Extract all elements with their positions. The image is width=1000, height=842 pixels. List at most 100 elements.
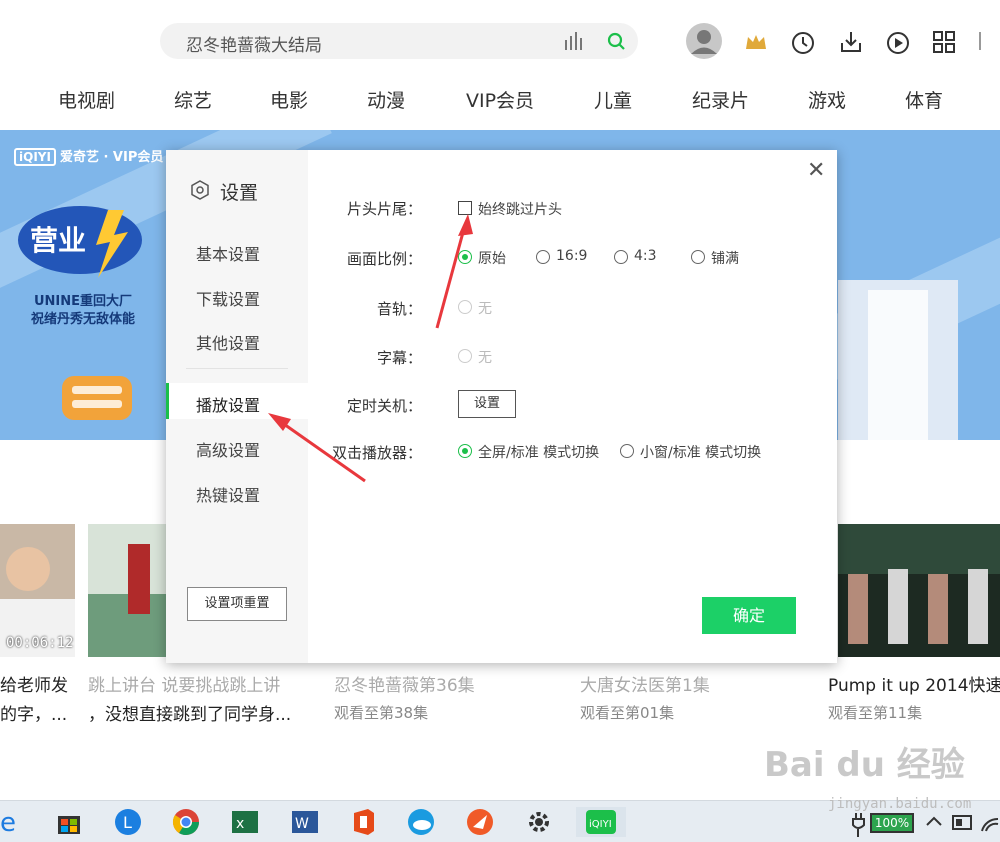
nav-item-variety[interactable]: 综艺: [174, 86, 212, 113]
ratio-fill-option[interactable]: 铺满: [711, 248, 739, 268]
ratio-fill-radio[interactable]: [691, 250, 705, 264]
ratio-4-3-radio[interactable]: [614, 250, 628, 264]
svg-text:营业: 营业: [30, 224, 86, 257]
subtitle-none-radio: [458, 349, 472, 363]
member-badge-graphic: [62, 376, 132, 420]
l-app-icon[interactable]: L: [113, 807, 143, 837]
nav-item-movie[interactable]: 电影: [270, 86, 308, 113]
cloud-app-icon[interactable]: [406, 807, 436, 837]
card-subtitle: 的字，...: [0, 705, 68, 725]
settings-sidebar: 设置 基本设置 下载设置 其他设置 播放设置 高级设置 热键设置 设置项重置: [166, 150, 308, 663]
store-icon[interactable]: [54, 807, 84, 837]
card-subtitle: ，没想直接跳到了同学身...: [88, 705, 292, 725]
iqiyi-logo: iQIYI: [14, 148, 56, 166]
banner-promo-line1: UNINE重回大厂: [33, 294, 133, 309]
dblclick-fullscreen-radio[interactable]: [458, 444, 472, 458]
sleep-timer-button[interactable]: 设置: [458, 390, 516, 418]
play-icon[interactable]: [885, 30, 911, 60]
sidebar-item-basic[interactable]: 基本设置: [196, 241, 260, 265]
skip-intro-checkbox[interactable]: [458, 201, 472, 215]
sidebar-item-download[interactable]: 下载设置: [196, 286, 260, 310]
dblclick-mini-option[interactable]: 小窗/标准 模式切换: [640, 442, 761, 462]
settings-gear-icon[interactable]: [524, 807, 554, 837]
word-icon[interactable]: W: [290, 807, 320, 837]
intro-outro-label: 片头片尾：: [346, 200, 422, 218]
sidebar-item-playback[interactable]: 播放设置: [196, 392, 260, 416]
chrome-icon[interactable]: [171, 807, 201, 837]
ratio-original-option[interactable]: 原始: [478, 248, 506, 268]
excel-icon[interactable]: x: [230, 807, 260, 837]
avatar[interactable]: [686, 23, 722, 63]
ratio-original-radio[interactable]: [458, 250, 472, 264]
top-bar: 忍冬艳蔷薇大结局 电视剧 综艺 电影 动漫 VIP会员 儿童 纪录片 游戏 体育: [0, 0, 1000, 130]
confirm-button[interactable]: 确定: [702, 597, 796, 634]
skip-intro-option[interactable]: 始终跳过片头: [478, 199, 562, 219]
card-title[interactable]: 忍冬艳蔷薇第36集: [334, 671, 475, 696]
divider-icon: [978, 32, 982, 54]
dblclick-fullscreen-option[interactable]: 全屏/标准 模式切换: [478, 442, 599, 462]
ratio-4-3-option[interactable]: 4:3: [634, 248, 657, 264]
nav-item-anime[interactable]: 动漫: [367, 86, 405, 113]
nav-item-tv[interactable]: 电视剧: [58, 86, 115, 113]
audio-track-label: 音轨：: [376, 300, 422, 318]
reset-settings-button[interactable]: 设置项重置: [187, 587, 287, 621]
video-thumbnail[interactable]: [88, 524, 168, 657]
baidu-watermark-url: jingyan.baidu.com: [828, 796, 972, 812]
card-title[interactable]: 给老师发: [0, 671, 68, 696]
settings-dialog: 设置 基本设置 下载设置 其他设置 播放设置 高级设置 热键设置 设置项重置 ✕…: [166, 150, 837, 663]
video-duration: 00:06:12: [6, 635, 74, 651]
svg-text:W: W: [295, 816, 309, 832]
audio-none-radio: [458, 300, 472, 314]
dblclick-mini-radio[interactable]: [620, 444, 634, 458]
nav-item-sports[interactable]: 体育: [905, 86, 943, 113]
banner-brand: iQIYI 爱奇艺 · VIP会员: [14, 146, 163, 166]
battery-indicator[interactable]: 100%: [870, 813, 914, 833]
apps-grid-icon[interactable]: [932, 30, 956, 58]
settings-icon: [191, 180, 209, 200]
ratio-16-9-option[interactable]: 16:9: [556, 248, 587, 264]
nav-item-vip[interactable]: VIP会员: [466, 86, 534, 113]
card-progress: 观看至第11集: [828, 704, 923, 722]
subtitle-label: 字幕：: [376, 349, 422, 367]
card-progress: 观看至第01集: [580, 704, 675, 722]
nav-item-documentary[interactable]: 纪录片: [692, 86, 749, 113]
sidebar-divider: [186, 368, 288, 369]
video-thumbnail[interactable]: [838, 524, 1000, 657]
office-icon[interactable]: [348, 807, 378, 837]
baidu-watermark: Bai du 经验: [764, 745, 965, 785]
card-title[interactable]: 大唐女法医第1集: [580, 671, 710, 696]
sidebar-item-advanced[interactable]: 高级设置: [196, 437, 260, 461]
svg-text:e: e: [0, 808, 16, 837]
feishu-icon[interactable]: [465, 807, 495, 837]
unine-graphic: [838, 280, 958, 440]
sleep-timer-label: 定时关机：: [346, 397, 422, 415]
vip-logo-graphic: 营业: [18, 206, 142, 278]
iqiyi-taskbar-icon[interactable]: iQIYI: [576, 807, 626, 837]
nav-item-kids[interactable]: 儿童: [594, 86, 632, 113]
search-icon[interactable]: [606, 31, 626, 55]
nav-item-games[interactable]: 游戏: [808, 86, 846, 113]
video-thumbnail[interactable]: 00:06:12: [0, 524, 75, 657]
download-icon[interactable]: [838, 29, 864, 59]
card-progress: 观看至第38集: [334, 704, 429, 722]
wifi-icon[interactable]: [980, 807, 1000, 837]
svg-text:iQIYI: iQIYI: [589, 819, 612, 830]
history-icon[interactable]: [790, 30, 816, 60]
card-title[interactable]: 跳上讲台 说要挑战跳上讲: [88, 671, 280, 696]
edge-icon[interactable]: e: [0, 807, 30, 838]
search-input[interactable]: 忍冬艳蔷薇大结局: [186, 31, 322, 56]
aspect-ratio-label: 画面比例：: [346, 250, 422, 268]
voice-search-icon[interactable]: [564, 32, 584, 54]
audio-none-option: 无: [478, 301, 492, 317]
sidebar-active-indicator: [166, 383, 169, 419]
double-click-label: 双击播放器：: [331, 444, 422, 462]
sidebar-item-other[interactable]: 其他设置: [196, 330, 260, 354]
sidebar-item-hotkeys[interactable]: 热键设置: [196, 482, 260, 506]
close-icon[interactable]: ✕: [807, 158, 825, 183]
ratio-16-9-radio[interactable]: [536, 250, 550, 264]
card-title[interactable]: Pump it up 2014快速: [828, 671, 1000, 696]
category-nav: 电视剧 综艺 电影 动漫 VIP会员 儿童 纪录片 游戏 体育: [0, 86, 1000, 114]
svg-text:x: x: [236, 816, 244, 832]
crown-icon[interactable]: [744, 32, 768, 56]
search-box[interactable]: 忍冬艳蔷薇大结局: [160, 23, 638, 59]
